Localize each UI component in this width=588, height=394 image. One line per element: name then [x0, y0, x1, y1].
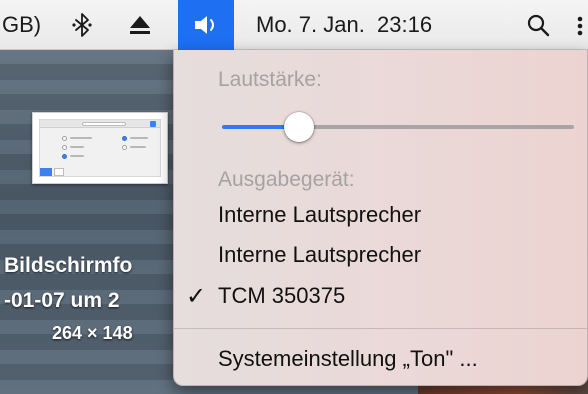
- thumbnail-text-line: [130, 137, 148, 139]
- eject-icon: [130, 16, 150, 34]
- eject-status-item[interactable]: [118, 0, 162, 50]
- clock-label: Mo. 7. Jan. 23:16: [256, 12, 433, 37]
- search-icon: [527, 14, 550, 37]
- thumbnail-radio: [62, 145, 67, 150]
- thumbnail-text-line: [70, 155, 84, 157]
- output-device-label: Interne Lautsprecher: [218, 202, 422, 227]
- volume-slider-track[interactable]: [299, 125, 574, 129]
- thumbnail-text-line: [70, 137, 92, 139]
- screenshot-file-thumbnail[interactable]: [32, 112, 168, 184]
- thumbnail-input: [54, 168, 64, 176]
- volume-slider-knob[interactable]: [284, 112, 314, 142]
- bluetooth-status-item[interactable]: [62, 0, 102, 50]
- desktop-file-dimensions: 264 × 148: [52, 323, 133, 343]
- output-device-item[interactable]: Interne Lautsprecher: [174, 236, 587, 274]
- menubar-input-source[interactable]: GB): [0, 0, 44, 50]
- thumbnail-radio: [62, 154, 67, 159]
- thumbnail-titlebar: [40, 120, 160, 128]
- clock-status-item[interactable]: Mo. 7. Jan. 23:16: [250, 0, 490, 50]
- menu-separator: [174, 328, 587, 329]
- thumbnail-radio: [122, 145, 127, 150]
- sound-preferences-label: Systemeinstellung „Ton" ...: [218, 346, 478, 371]
- volume-status-item[interactable]: [178, 0, 234, 50]
- output-device-label: TCM 350375: [218, 283, 346, 308]
- notification-center-item[interactable]: [572, 0, 588, 50]
- desktop-file-name[interactable]: Bildschirmfo: [4, 254, 132, 278]
- output-device-heading: Ausgabegerät:: [218, 168, 355, 191]
- thumbnail-radio: [122, 136, 127, 141]
- output-device-item-selected[interactable]: ✓ TCM 350375: [174, 277, 587, 315]
- checkmark-icon: ✓: [186, 282, 207, 310]
- output-device-item[interactable]: Interne Lautsprecher: [174, 196, 587, 234]
- thumbnail-text-line: [130, 146, 146, 148]
- thumbnail-text-line: [70, 146, 84, 148]
- desktop-file-date[interactable]: -01-07 um 2: [4, 289, 120, 313]
- more-icon: [577, 16, 583, 36]
- input-source-label: GB): [2, 12, 42, 37]
- thumbnail-blue-button: [40, 168, 52, 176]
- volume-icon: [195, 16, 214, 34]
- menu-bar: GB) Mo. 7. Jan. 23:16: [0, 0, 588, 50]
- bluetooth-icon: [72, 13, 92, 37]
- volume-heading: Lautstärke:: [218, 68, 322, 91]
- volume-menu: Lautstärke: Ausgabegerät: Interne Lautsp…: [173, 50, 588, 386]
- thumbnail-title-button: [150, 121, 156, 127]
- sound-preferences-item[interactable]: Systemeinstellung „Ton" ...: [174, 340, 587, 378]
- thumbnail-window: [39, 119, 161, 177]
- output-device-label: Interne Lautsprecher: [218, 242, 422, 267]
- thumbnail-title-field: [82, 122, 126, 126]
- spotlight-status-item[interactable]: [518, 0, 558, 50]
- thumbnail-radio: [62, 136, 67, 141]
